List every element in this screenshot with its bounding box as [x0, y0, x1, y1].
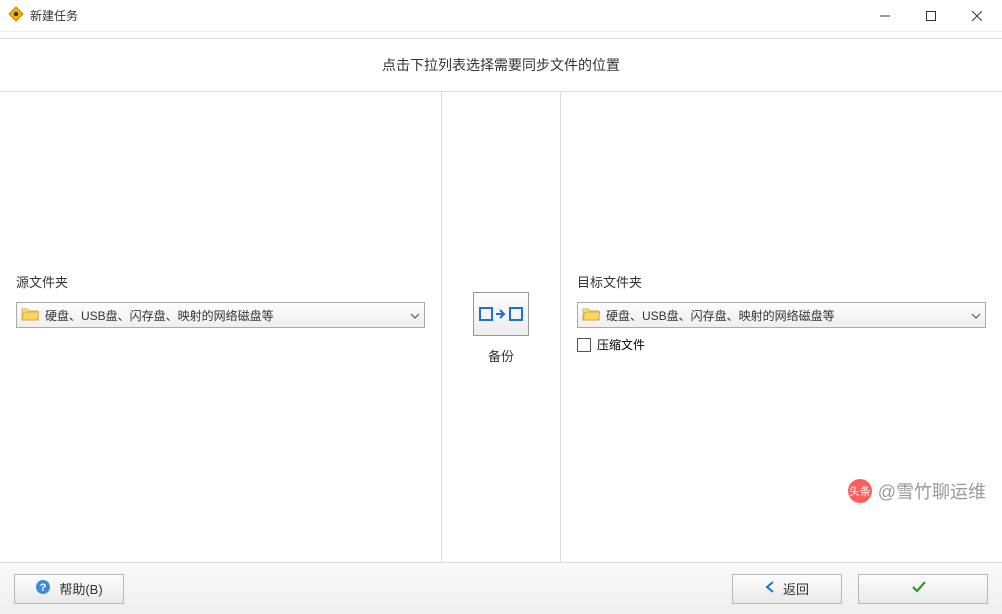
check-icon [912, 581, 926, 596]
maximize-button[interactable] [908, 1, 954, 31]
svg-text:?: ? [40, 582, 47, 594]
source-label: 源文件夹 [16, 272, 68, 291]
chevron-down-icon [410, 308, 420, 322]
help-button[interactable]: ? 帮助(B) [14, 574, 124, 604]
source-dropdown-text: 硬盘、USB盘、闪存盘、映射的网络磁盘等 [45, 307, 410, 324]
app-icon [8, 6, 24, 25]
folder-icon [21, 307, 39, 324]
main-area: 源文件夹 硬盘、USB盘、闪存盘、映射的网络磁盘等 [0, 92, 1002, 562]
content: 点击下拉列表选择需要同步文件的位置 源文件夹 硬盘、USB盘、闪存盘、映射的网络… [0, 32, 1002, 614]
source-folder-dropdown[interactable]: 硬盘、USB盘、闪存盘、映射的网络磁盘等 [16, 302, 425, 328]
compress-checkbox[interactable] [577, 338, 591, 352]
compress-label: 压缩文件 [597, 336, 645, 353]
folder-icon [582, 307, 600, 324]
footer: ? 帮助(B) 返回 [0, 562, 1002, 614]
target-box-icon [508, 306, 524, 322]
close-button[interactable] [954, 1, 1000, 31]
window-title: 新建任务 [30, 7, 78, 24]
compress-checkbox-row[interactable]: 压缩文件 [577, 336, 645, 353]
backup-mode-label: 备份 [473, 346, 529, 365]
back-button-label: 返回 [783, 579, 809, 598]
titlebar: 新建任务 [0, 0, 1002, 32]
target-dropdown-text: 硬盘、USB盘、闪存盘、映射的网络磁盘等 [606, 307, 971, 324]
center-panel: 备份 [441, 92, 561, 562]
target-label: 目标文件夹 [577, 272, 642, 291]
source-box-icon [478, 306, 494, 322]
back-arrow-icon [765, 581, 775, 596]
window-controls [862, 1, 1000, 31]
help-button-label: 帮助(B) [59, 579, 102, 598]
help-icon: ? [35, 579, 51, 598]
backup-mode-button[interactable] [473, 292, 529, 336]
arrow-right-icon [496, 306, 506, 322]
target-folder-dropdown[interactable]: 硬盘、USB盘、闪存盘、映射的网络磁盘等 [577, 302, 986, 328]
minimize-button[interactable] [862, 1, 908, 31]
instruction-text: 点击下拉列表选择需要同步文件的位置 [0, 38, 1002, 92]
chevron-down-icon [971, 308, 981, 322]
source-panel: 源文件夹 硬盘、USB盘、闪存盘、映射的网络磁盘等 [0, 92, 441, 562]
target-panel: 目标文件夹 硬盘、USB盘、闪存盘、映射的网络磁盘等 压缩文件 [561, 92, 1002, 562]
back-button[interactable]: 返回 [732, 574, 842, 604]
confirm-button[interactable] [858, 574, 988, 604]
